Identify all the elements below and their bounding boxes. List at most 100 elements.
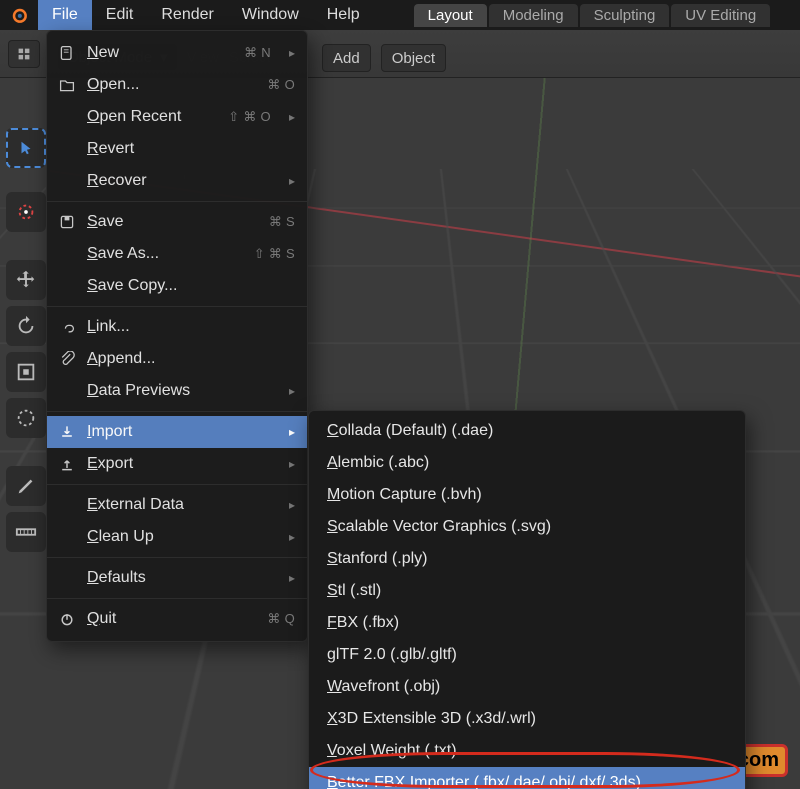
import-x3d-extensible-3d-x3d-wrl[interactable]: X3D Extensible 3D (.x3d/.wrl) — [309, 703, 745, 735]
submenu-item-label: Motion Capture (.bvh) — [327, 486, 733, 504]
tool-transform[interactable] — [6, 398, 46, 438]
file-menu-import[interactable]: Import ▸ — [47, 416, 307, 448]
import-gltf-2-0-glb-gltf[interactable]: glTF 2.0 (.glb/.gltf) — [309, 639, 745, 671]
file-menu-export[interactable]: Export ▸ — [47, 448, 307, 480]
import-icon — [57, 424, 77, 440]
menu-item-label: Export — [87, 455, 271, 473]
submenu-item-label: X3D Extensible 3D (.x3d/.wrl) — [327, 710, 733, 728]
import-collada-default-dae[interactable]: Collada (Default) (.dae) — [309, 415, 745, 447]
menu-item-label: External Data — [87, 496, 271, 514]
menu-item-label: Save As... — [87, 245, 244, 263]
shortcut-label: ⇧ ⌘ S — [254, 246, 295, 262]
submenu-item-label: Better FBX Importer (.fbx/.dae/.obj/.dxf… — [327, 774, 733, 789]
file-menu-open-recent[interactable]: Open Recent ⇧ ⌘ O ▸ — [47, 101, 307, 133]
save-icon — [57, 214, 77, 230]
shortcut-label: ⌘ Q — [267, 611, 295, 627]
top-menubar: File Edit Render Window Help Layout Mode… — [0, 0, 800, 30]
chevron-right-icon: ▸ — [289, 498, 295, 512]
file-menu-open[interactable]: Open...⌘ O — [47, 69, 307, 101]
file-menu-append[interactable]: Append... — [47, 343, 307, 375]
left-toolbar-stack — [6, 142, 50, 552]
tool-move[interactable] — [6, 260, 46, 300]
menu-item-label: Import — [87, 423, 271, 441]
file-menu-data-previews[interactable]: Data Previews ▸ — [47, 375, 307, 407]
file-menu-external-data[interactable]: External Data ▸ — [47, 489, 307, 521]
tab-modeling[interactable]: Modeling — [489, 4, 578, 27]
object-menu[interactable]: Object — [381, 44, 446, 72]
menu-separator — [47, 557, 307, 558]
menu-window[interactable]: Window — [228, 0, 313, 30]
menu-render[interactable]: Render — [147, 0, 227, 30]
submenu-item-label: glTF 2.0 (.glb/.gltf) — [327, 646, 733, 664]
chevron-right-icon: ▸ — [289, 110, 295, 124]
menu-item-label: Open Recent — [87, 108, 218, 126]
menu-separator — [47, 484, 307, 485]
chevron-right-icon: ▸ — [289, 571, 295, 585]
import-scalable-vector-graphics-svg[interactable]: Scalable Vector Graphics (.svg) — [309, 511, 745, 543]
menu-item-label: Data Previews — [87, 382, 271, 400]
tool-cursor[interactable] — [6, 192, 46, 232]
chevron-right-icon: ▸ — [289, 425, 295, 439]
submenu-item-label: Voxel Weight (.txt) — [327, 742, 733, 760]
menu-item-label: Defaults — [87, 569, 271, 587]
chevron-right-icon: ▸ — [289, 174, 295, 188]
file-menu-new[interactable]: New⌘ N▸ — [47, 37, 307, 69]
shortcut-label: ⌘ N — [244, 45, 271, 61]
chevron-right-icon: ▸ — [289, 46, 295, 60]
tool-annotate[interactable] — [6, 466, 46, 506]
chevron-right-icon: ▸ — [289, 457, 295, 471]
menu-item-label: Link... — [87, 318, 295, 336]
workspace-tabs: Layout Modeling Sculpting UV Editing — [414, 0, 773, 30]
import-stl-stl[interactable]: Stl (.stl) — [309, 575, 745, 607]
file-dropdown-menu: New⌘ N▸Open...⌘ OOpen Recent⇧ ⌘ O▸Revert… — [46, 30, 308, 642]
file-menu-save[interactable]: Save⌘ S — [47, 206, 307, 238]
tab-sculpting[interactable]: Sculpting — [580, 4, 670, 27]
menu-separator — [47, 306, 307, 307]
submenu-item-label: FBX (.fbx) — [327, 614, 733, 632]
file-menu-defaults[interactable]: Defaults ▸ — [47, 562, 307, 594]
chevron-right-icon: ▸ — [289, 530, 295, 544]
file-menu-link[interactable]: Link... — [47, 311, 307, 343]
menu-separator — [47, 598, 307, 599]
import-voxel-weight-txt[interactable]: Voxel Weight (.txt) — [309, 735, 745, 767]
menu-file[interactable]: File — [38, 0, 92, 30]
menu-item-label: Revert — [87, 140, 295, 158]
import-better-fbx-importer-fbx-dae-obj-dxf-3ds[interactable]: Better FBX Importer (.fbx/.dae/.obj/.dxf… — [309, 767, 745, 789]
file-menu-save-as[interactable]: Save As... ⇧ ⌘ S — [47, 238, 307, 270]
shortcut-label: ⇧ ⌘ O — [228, 109, 271, 125]
file-menu-revert[interactable]: Revert — [47, 133, 307, 165]
file-menu-clean-up[interactable]: Clean Up ▸ — [47, 521, 307, 553]
menu-item-label: Save Copy... — [87, 277, 295, 295]
snap-icon[interactable] — [8, 40, 40, 68]
menu-item-label: Save — [87, 213, 259, 231]
menu-separator — [47, 411, 307, 412]
file-menu-quit[interactable]: Quit ⌘ Q — [47, 603, 307, 635]
menu-item-label: Append... — [87, 350, 295, 368]
file-menu-recover[interactable]: Recover ▸ — [47, 165, 307, 197]
menu-item-label: Quit — [87, 610, 257, 628]
import-wavefront-obj[interactable]: Wavefront (.obj) — [309, 671, 745, 703]
menu-separator — [47, 201, 307, 202]
import-alembic-abc[interactable]: Alembic (.abc) — [309, 447, 745, 479]
import-fbx-fbx[interactable]: FBX (.fbx) — [309, 607, 745, 639]
menu-item-label: Open... — [87, 76, 257, 94]
add-menu[interactable]: Add — [322, 44, 371, 72]
menu-edit[interactable]: Edit — [92, 0, 148, 30]
tab-layout[interactable]: Layout — [414, 4, 487, 27]
viewport-menu-right: Add Object — [322, 44, 446, 72]
import-stanford-ply[interactable]: Stanford (.ply) — [309, 543, 745, 575]
submenu-item-label: Collada (Default) (.dae) — [327, 422, 733, 440]
tool-rotate[interactable] — [6, 306, 46, 346]
tool-scale[interactable] — [6, 352, 46, 392]
blender-logo-icon — [0, 0, 38, 30]
menu-item-label: Recover — [87, 172, 271, 190]
menu-item-label: Clean Up — [87, 528, 271, 546]
menu-help[interactable]: Help — [313, 0, 374, 30]
import-motion-capture-bvh[interactable]: Motion Capture (.bvh) — [309, 479, 745, 511]
submenu-item-label: Stanford (.ply) — [327, 550, 733, 568]
file-menu-save-copy[interactable]: Save Copy... — [47, 270, 307, 302]
chevron-right-icon: ▸ — [289, 384, 295, 398]
tool-measure[interactable] — [6, 512, 46, 552]
import-submenu: Collada (Default) (.dae) Alembic (.abc) Mo… — [308, 410, 746, 789]
tab-uv-editing[interactable]: UV Editing — [671, 4, 770, 27]
